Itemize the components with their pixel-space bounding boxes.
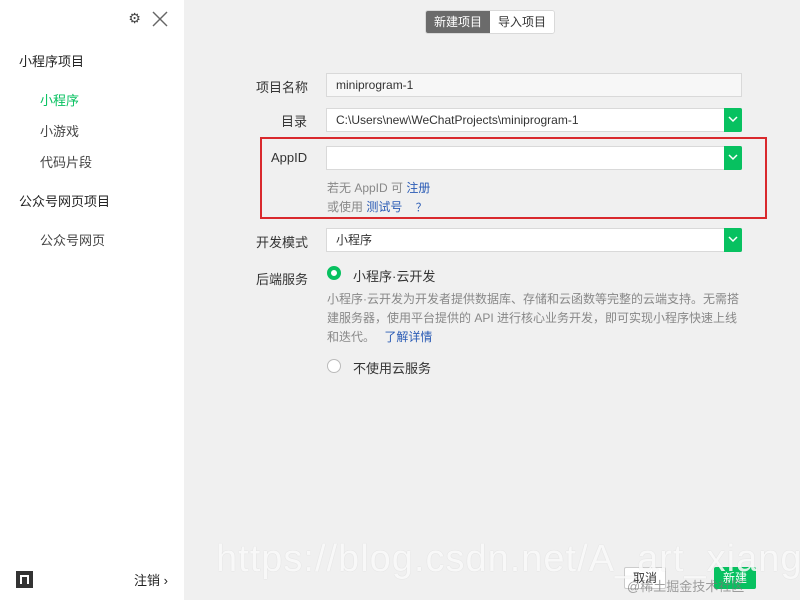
logout-link[interactable]: 注销 › <box>134 570 168 589</box>
radio-no-cloud-label[interactable]: 不使用云服务 <box>353 358 431 377</box>
project-name-input[interactable]: miniprogram-1 <box>326 73 742 97</box>
sidebar: ⚙ 小程序项目 小程序 小游戏 代码片段 公众号网页项目 公众号网页 注销 › <box>0 0 184 600</box>
dev-mode-value: 小程序 <box>336 233 373 247</box>
chevron-down-icon <box>728 116 738 123</box>
directory-label: 目录 <box>281 114 308 129</box>
radio-cloud-dev[interactable] <box>327 266 341 280</box>
account-icon[interactable] <box>16 571 33 588</box>
project-name-label: 项目名称 <box>256 80 309 95</box>
sidebar-section-official-web: 公众号网页项目 <box>19 194 111 209</box>
radio-cloud-dev-label[interactable]: 小程序·云开发 <box>353 266 435 285</box>
tab-import-project[interactable]: 导入项目 <box>490 11 555 33</box>
sidebar-item-minigame[interactable]: 小游戏 <box>40 121 79 140</box>
project-tabs: 新建项目 导入项目 <box>425 10 556 34</box>
chevron-down-icon <box>728 236 738 243</box>
learn-more-link[interactable]: 了解详情 <box>384 330 432 344</box>
main-panel: 新建项目 导入项目 项目名称 miniprogram-1 目录 C:\Users… <box>184 0 800 600</box>
sidebar-item-miniprogram[interactable]: 小程序 <box>40 90 79 109</box>
gear-icon[interactable]: ⚙ <box>127 11 142 26</box>
dev-mode-select[interactable]: 小程序 <box>326 228 742 252</box>
dev-mode-label: 开发模式 <box>256 235 309 250</box>
sidebar-item-official-web[interactable]: 公众号网页 <box>40 230 105 249</box>
appid-highlight-box <box>260 137 767 219</box>
sidebar-section-miniprogram: 小程序项目 <box>19 54 85 69</box>
directory-field[interactable]: C:\Users\new\WeChatProjects\miniprogram-… <box>326 108 742 132</box>
dev-mode-dropdown-button[interactable] <box>724 228 742 252</box>
watermark-community: @稀土掘金技术社区 <box>627 579 745 594</box>
backend-label: 后端服务 <box>256 272 309 287</box>
directory-dropdown-button[interactable] <box>724 108 742 132</box>
tab-new-project[interactable]: 新建项目 <box>426 11 491 33</box>
sidebar-item-code-snippet[interactable]: 代码片段 <box>40 152 92 171</box>
radio-no-cloud[interactable] <box>327 359 341 373</box>
close-icon[interactable] <box>151 10 169 28</box>
directory-value: C:\Users\new\WeChatProjects\miniprogram-… <box>336 113 579 127</box>
cloud-dev-description: 小程序·云开发为开发者提供数据库、存储和云函数等完整的云端支持。无需搭建服务器，… <box>327 290 747 347</box>
